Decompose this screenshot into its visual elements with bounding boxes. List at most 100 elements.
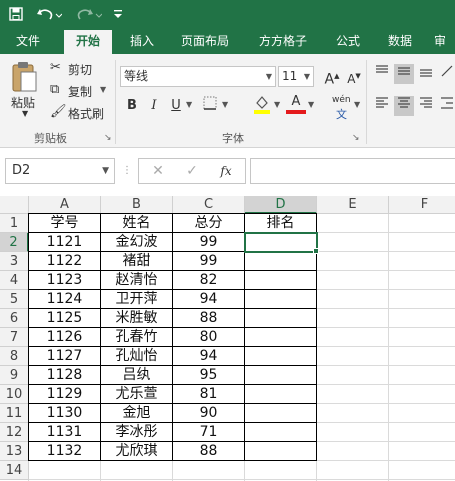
worksheet-grid[interactable]: A B C D E F 1 2 3 4 5 6 7 8 9 10 11 12 13 14 学号 姓名 总分 排名 1121 金幻波… [0, 196, 455, 481]
borders-icon[interactable] [200, 96, 220, 116]
tab-ffcell[interactable]: 方方格子 [250, 28, 316, 54]
table-cell[interactable] [245, 290, 316, 309]
fill-color-icon[interactable] [252, 94, 272, 114]
table-cell[interactable]: 1124 [29, 290, 100, 309]
dialog-launcher-icon[interactable]: ↘ [104, 133, 112, 143]
cut-button[interactable]: 剪切 [68, 61, 92, 78]
row-header[interactable]: 11 [0, 404, 29, 423]
format-painter-button[interactable]: 格式刷 [68, 105, 104, 122]
paste-icon[interactable] [10, 60, 38, 94]
table-cell[interactable]: 94 [173, 347, 244, 366]
table-cell[interactable]: 1121 [29, 233, 100, 252]
enter-icon[interactable]: ✓ [181, 160, 203, 182]
column-header-col-c[interactable]: C [173, 196, 245, 214]
table-cell[interactable]: 88 [173, 442, 244, 461]
orientation-icon[interactable] [438, 64, 455, 84]
tab-data[interactable]: 数据 [378, 28, 422, 54]
column-header-col-a[interactable]: A [29, 196, 101, 214]
table-cell[interactable]: 95 [173, 366, 244, 385]
insert-function-button[interactable]: fx [215, 160, 237, 182]
row-header[interactable]: 2 [0, 233, 29, 252]
tab-review[interactable]: 审 [434, 28, 455, 54]
align-bottom-icon[interactable] [416, 64, 436, 84]
row-header[interactable]: 3 [0, 252, 29, 271]
table-cell[interactable]: 孔灿怡 [101, 347, 172, 366]
save-icon[interactable] [6, 3, 26, 25]
table-cell[interactable]: 卫开萍 [101, 290, 172, 309]
name-box[interactable]: D2 ▼ [5, 158, 115, 184]
table-cell[interactable]: 82 [173, 271, 244, 290]
row-header[interactable]: 14 [0, 461, 29, 480]
header-cell[interactable]: 学号 [29, 214, 100, 233]
table-cell[interactable]: 吕纨 [101, 366, 172, 385]
fill-handle[interactable] [313, 248, 319, 254]
table-cell[interactable]: 1125 [29, 309, 100, 328]
table-cell[interactable]: 94 [173, 290, 244, 309]
tab-page-layout[interactable]: 页面布局 [172, 28, 238, 54]
row-header[interactable]: 5 [0, 290, 29, 309]
table-cell[interactable] [245, 271, 316, 290]
align-top-icon[interactable] [372, 64, 392, 84]
table-cell[interactable] [245, 328, 316, 347]
tab-insert[interactable]: 插入 [120, 28, 164, 54]
italic-button[interactable]: I [144, 96, 164, 116]
align-middle-icon[interactable] [394, 64, 414, 84]
cancel-icon[interactable]: ✕ [147, 160, 169, 182]
table-cell[interactable]: 褚甜 [101, 252, 172, 271]
table-cell[interactable] [245, 366, 316, 385]
column-header-col-f[interactable]: F [389, 196, 455, 214]
table-cell[interactable]: 1130 [29, 404, 100, 423]
tab-home[interactable]: 开始 [64, 28, 112, 54]
chevron-down-icon[interactable]: ▼ [22, 109, 28, 118]
decrease-font-size-button[interactable]: A▼ [344, 66, 364, 86]
table-cell[interactable] [245, 252, 316, 271]
font-name-select[interactable]: 等线 ▼ [120, 66, 276, 87]
table-cell[interactable]: 米胜敏 [101, 309, 172, 328]
table-cell[interactable]: 金旭 [101, 404, 172, 423]
chevron-down-icon[interactable]: ▼ [354, 100, 360, 109]
font-color-icon[interactable]: A [286, 94, 306, 114]
table-cell[interactable]: 1127 [29, 347, 100, 366]
column-header-col-b[interactable]: B [101, 196, 173, 214]
table-cell[interactable]: 1126 [29, 328, 100, 347]
row-header[interactable]: 7 [0, 328, 29, 347]
table-cell[interactable]: 1132 [29, 442, 100, 461]
phonetic-guide-button[interactable]: wén [332, 95, 351, 105]
active-cell[interactable] [244, 232, 318, 253]
table-cell[interactable]: 尤欣琪 [101, 442, 172, 461]
align-left-icon[interactable] [372, 96, 392, 116]
table-cell[interactable] [245, 385, 316, 404]
header-cell[interactable]: 排名 [245, 214, 316, 233]
font-size-select[interactable]: 11 ▼ [278, 66, 314, 87]
table-cell[interactable]: 1129 [29, 385, 100, 404]
undo-icon[interactable] [34, 3, 64, 25]
header-cell[interactable]: 姓名 [101, 214, 172, 233]
chevron-down-icon[interactable]: ▼ [274, 100, 280, 109]
table-cell[interactable]: 99 [173, 233, 244, 252]
increase-font-size-button[interactable]: A▲ [322, 66, 342, 88]
align-right-icon[interactable] [416, 96, 436, 116]
table-cell[interactable]: 88 [173, 309, 244, 328]
table-cell[interactable]: 1131 [29, 423, 100, 442]
row-header[interactable]: 13 [0, 442, 29, 461]
table-cell[interactable]: 尤乐萱 [101, 385, 172, 404]
table-cell[interactable]: 1123 [29, 271, 100, 290]
tab-file[interactable]: 文件 [6, 28, 50, 54]
table-cell[interactable] [245, 442, 316, 461]
row-header[interactable]: 4 [0, 271, 29, 290]
column-header-col-e[interactable]: E [317, 196, 389, 214]
row-header[interactable]: 6 [0, 309, 29, 328]
bold-button[interactable]: B [122, 96, 142, 116]
chevron-down-icon[interactable]: ▼ [222, 100, 228, 109]
row-header[interactable]: 10 [0, 385, 29, 404]
table-cell[interactable]: 80 [173, 328, 244, 347]
formula-input[interactable] [250, 158, 455, 184]
dialog-launcher-icon[interactable]: ↘ [352, 133, 360, 143]
table-cell[interactable] [245, 347, 316, 366]
table-cell[interactable]: 孔春竹 [101, 328, 172, 347]
copy-button[interactable]: 复制 [68, 83, 92, 100]
table-cell[interactable]: 71 [173, 423, 244, 442]
table-cell[interactable] [245, 309, 316, 328]
chevron-down-icon[interactable]: ▼ [186, 100, 192, 109]
redo-icon[interactable] [74, 3, 104, 25]
